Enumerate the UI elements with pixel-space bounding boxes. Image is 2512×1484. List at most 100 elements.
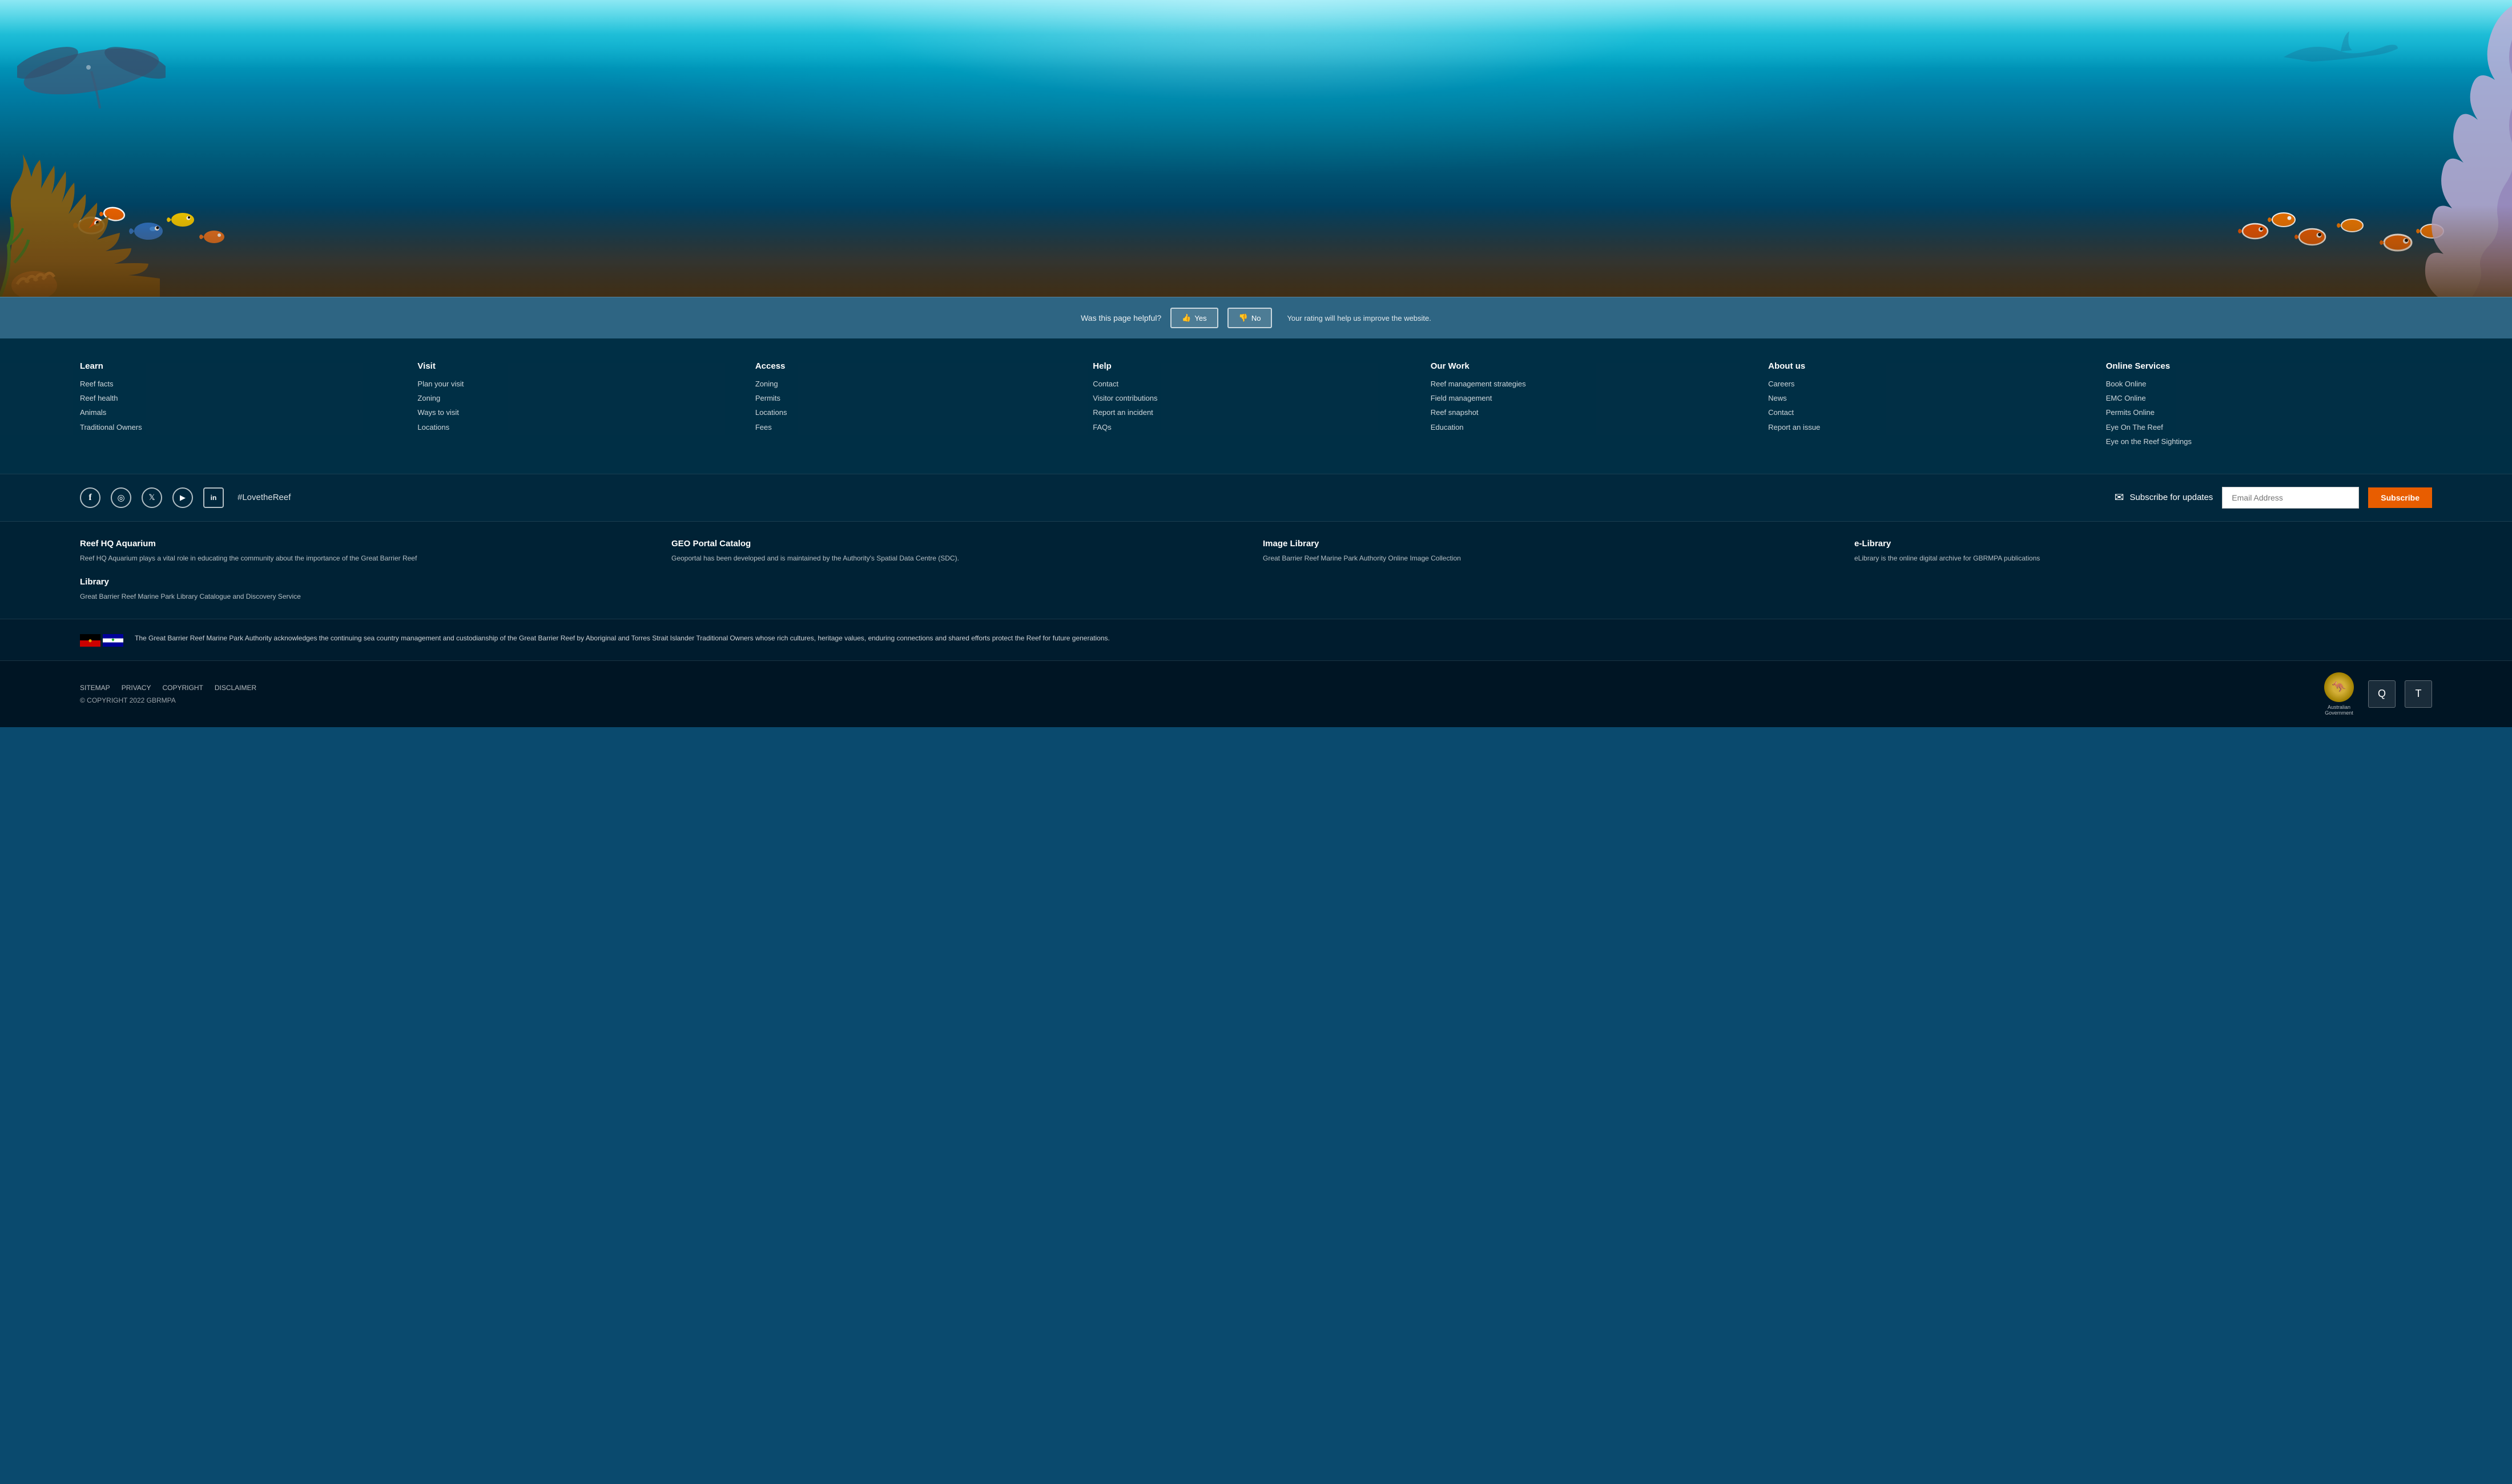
aus-gov-logo: 🦘 Australian Government — [2319, 672, 2359, 716]
footer-link[interactable]: Contact — [1093, 379, 1419, 389]
footer-link[interactable]: Locations — [417, 422, 743, 433]
footer-nav: Learn Reef facts Reef health Animals Traditi… — [0, 338, 2512, 474]
twitter-link[interactable]: 𝕏 — [142, 487, 162, 508]
partner-title: Image Library — [1263, 539, 1841, 549]
footer-col-about-us: About us Careers News Contact Report an issu… — [1768, 361, 2094, 451]
legal-link[interactable]: COPYRIGHT — [162, 684, 203, 692]
acknowledgement-text: The Great Barrier Reef Marine Park Autho… — [135, 633, 1110, 644]
instagram-link[interactable]: ◎ — [111, 487, 131, 508]
copyright-text: © COPYRIGHT 2022 GBRMPA — [80, 696, 256, 704]
partner-item: Image Library Great Barrier Reef Marine P… — [1263, 539, 1841, 563]
subscribe-label: Subscribe for updates — [2129, 493, 2213, 502]
partner-item: LibraryGreat Barrier Reef Marine Park Li… — [80, 577, 658, 602]
tsi-flag — [103, 634, 123, 647]
footer-link[interactable]: Education — [1431, 422, 1757, 433]
footer-link[interactable]: Report an issue — [1768, 422, 2094, 433]
footer-link[interactable]: Fees — [755, 422, 1081, 433]
legal-left: SITEMAP PRIVACY COPYRIGHT DISCLAIMER © COPY… — [80, 684, 256, 704]
footer-link[interactable]: Field management — [1431, 393, 1757, 404]
facebook-icon: f — [88, 493, 91, 503]
twitter-icon: 𝕏 — [148, 493, 155, 502]
townsville-logo: T — [2405, 680, 2432, 708]
flag-icons — [80, 634, 123, 647]
youtube-link[interactable]: ▶ — [172, 487, 193, 508]
footer-link[interactable]: Zoning — [417, 393, 743, 404]
footer-col-help: HelpContactVisitor contributionsReport a… — [1093, 361, 1419, 451]
footer-col-heading: Online Services — [2106, 361, 2432, 371]
footer-link[interactable]: Locations — [755, 408, 1081, 418]
footer-link[interactable]: Reef management strategies — [1431, 379, 1757, 389]
footer-link[interactable]: FAQs — [1093, 422, 1419, 433]
thumbs-down-icon: 👎 — [1239, 313, 1248, 322]
footer-col-our-work: Our WorkReef management strategiesField … — [1431, 361, 1757, 451]
rating-bar: Was this page helpful? 👍 Yes 👎 No Your r… — [0, 297, 2512, 338]
footer-link[interactable]: Report an incident — [1093, 408, 1419, 418]
footer-col-heading: About us — [1768, 361, 2094, 371]
legal-link[interactable]: SITEMAP — [80, 684, 110, 692]
mail-icon-wrap: ✉ Subscribe for updates — [2115, 490, 2213, 505]
footer-link[interactable]: Reef health — [80, 393, 406, 404]
footer-link[interactable]: Traditional Owners — [80, 422, 406, 433]
social-icons: f ◎ 𝕏 ▶ in #LovetheReef — [80, 487, 291, 508]
youtube-icon: ▶ — [180, 493, 186, 502]
footer-link[interactable]: Reef facts — [80, 379, 406, 389]
legal-bar: SITEMAP PRIVACY COPYRIGHT DISCLAIMER © COPY… — [0, 661, 2512, 727]
facebook-link[interactable]: f — [80, 487, 100, 508]
partner-title: GEO Portal Catalog — [671, 539, 1249, 549]
footer-link[interactable]: Contact — [1768, 408, 2094, 418]
instagram-icon: ◎ — [117, 493, 124, 503]
subscribe-area: ✉ Subscribe for updates Subscribe — [2115, 487, 2432, 509]
acknowledgement-section: The Great Barrier Reef Marine Park Autho… — [0, 619, 2512, 661]
no-button[interactable]: 👎 No — [1227, 308, 1273, 328]
footer-link[interactable]: Eye On The Reef — [2106, 422, 2432, 433]
subscribe-button[interactable]: Subscribe — [2368, 487, 2432, 508]
footer-link[interactable]: Permits Online — [2106, 408, 2432, 418]
townsville-seal: T — [2405, 680, 2432, 708]
email-input[interactable] — [2222, 487, 2359, 509]
footer-col-heading: Visit — [417, 361, 743, 371]
partner-description: Geoportal has been developed and is main… — [671, 553, 1249, 563]
footer-link[interactable]: Plan your visit — [417, 379, 743, 389]
footer-link[interactable]: Ways to visit — [417, 408, 743, 418]
footer-col-visit: Visit Plan your visit Zoning Ways to visit L… — [417, 361, 743, 451]
hero-section — [0, 0, 2512, 297]
footer-link[interactable]: Animals — [80, 408, 406, 418]
partner-description: Great Barrier Reef Marine Park Authority… — [1263, 553, 1841, 563]
surface-shimmer — [0, 0, 2512, 68]
rating-question: Was this page helpful? — [1081, 313, 1161, 322]
legal-link[interactable]: DISCLAIMER — [215, 684, 256, 692]
footer-col-online-services: Online Services Book Online EMC Online Perm… — [2106, 361, 2432, 451]
footer-link[interactable]: Eye on the Reef Sightings — [2106, 437, 2432, 447]
partner-title: Reef HQ Aquarium — [80, 539, 658, 549]
partner-item: GEO Portal Catalog Geoportal has been dev… — [671, 539, 1249, 563]
aus-gov-seal: 🦘 — [2324, 672, 2354, 702]
legal-link[interactable]: PRIVACY — [122, 684, 151, 692]
footer-link[interactable]: Careers — [1768, 379, 2094, 389]
manta-ray-decoration — [17, 34, 166, 108]
bottom-reef — [0, 205, 2512, 297]
footer-link[interactable]: EMC Online — [2106, 393, 2432, 404]
partner-bar: Reef HQ AquariumReef HQ Aquarium plays a… — [0, 522, 2512, 619]
partner-item: e-LibraryeLibrary is the online digital … — [1854, 539, 2432, 563]
footer-col-heading: Access — [755, 361, 1081, 371]
mail-icon: ✉ — [2115, 490, 2124, 505]
footer-col-heading: Learn — [80, 361, 406, 371]
footer-link[interactable]: Visitor contributions — [1093, 393, 1419, 404]
footer-nav-grid: Learn Reef facts Reef health Animals Traditi… — [80, 361, 2432, 451]
footer-link[interactable]: Permits — [755, 393, 1081, 404]
legal-links: SITEMAP PRIVACY COPYRIGHT DISCLAIMER — [80, 684, 256, 692]
partner-description: eLibrary is the online digital archive f… — [1854, 553, 2432, 563]
social-bar: f ◎ 𝕏 ▶ in #LovetheReef ✉ Subscribe for … — [0, 474, 2512, 522]
footer-link[interactable]: Book Online — [2106, 379, 2432, 389]
partner-description: Great Barrier Reef Marine Park Library C… — [80, 591, 658, 602]
footer-col-access: Access Zoning Permits Locations Fees — [755, 361, 1081, 451]
footer-link[interactable]: Reef snapshot — [1431, 408, 1757, 418]
hashtag-label: #LovetheReef — [237, 493, 291, 502]
footer-link[interactable]: News — [1768, 393, 2094, 404]
yes-button[interactable]: 👍 Yes — [1170, 308, 1218, 328]
gov-logos: 🦘 Australian Government Q T — [2319, 672, 2432, 716]
aboriginal-flag — [80, 634, 100, 647]
linkedin-link[interactable]: in — [203, 487, 224, 508]
footer-link[interactable]: Zoning — [755, 379, 1081, 389]
rating-help-text: Your rating will help us improve the web… — [1287, 314, 1431, 322]
